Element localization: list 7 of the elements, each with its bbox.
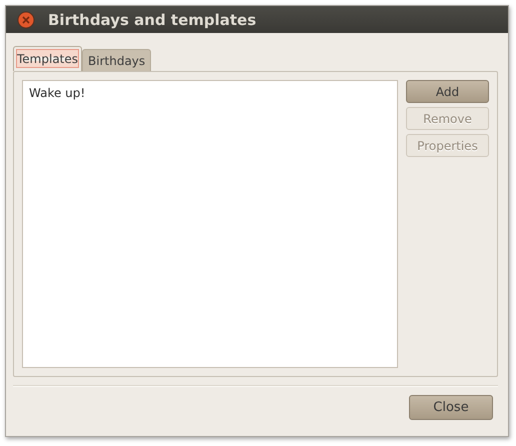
tab[interactable]: Birthdays <box>82 49 152 71</box>
close-button[interactable]: Close <box>409 395 493 420</box>
tab[interactable]: Templates <box>13 46 82 71</box>
close-icon[interactable] <box>17 10 35 28</box>
list-item[interactable]: Wake up! <box>29 86 391 100</box>
action-button[interactable]: Add <box>406 80 489 103</box>
window-title: Birthdays and templates <box>48 10 256 28</box>
